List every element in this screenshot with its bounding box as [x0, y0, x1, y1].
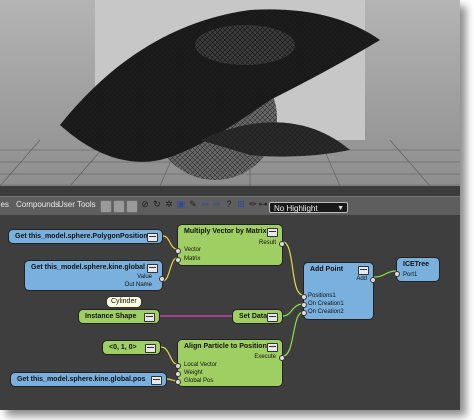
get-kine-global-node[interactable]: Get this_model.sphere.kine.global Value … [24, 260, 165, 291]
node-title: Instance Shape [85, 313, 137, 320]
tooltip-text: Cylinder [111, 298, 137, 305]
port-local-vector: Local Vector [184, 362, 218, 368]
ice-graph-canvas[interactable]: Get this_model.sphere.PolygonPosition Ge… [0, 215, 460, 410]
port-port1: Port1 [403, 272, 418, 278]
port-positions1: Positions1 [308, 293, 336, 299]
port-dot[interactable] [370, 277, 376, 283]
node-collapse-icon[interactable] [147, 233, 158, 242]
port-result: Result [258, 240, 276, 246]
ice-tree-node[interactable]: ICETree Port1 [394, 257, 440, 282]
get-kine-global-pos-node[interactable]: Get this_model.sphere.kine.global.pos [10, 372, 167, 387]
pin-icon[interactable]: ⊶ [257, 198, 269, 210]
frame-icon[interactable]: ▣ [175, 198, 187, 210]
port-dot[interactable] [279, 355, 285, 361]
port-dot[interactable] [175, 379, 181, 385]
ice-tree-window: des Compounds User Tools ⊘ ↻ ✲ ▣ ✎ ⇦ ⇨ ?… [0, 0, 460, 410]
port-dot[interactable] [301, 294, 307, 300]
node-title: Get this_model.sphere.kine.global.pos [17, 376, 146, 383]
viewport-render [0, 0, 460, 186]
instance-shape-node[interactable]: Instance Shape [78, 309, 160, 324]
help-icon[interactable]: ? [223, 198, 235, 210]
port-out-name: Out Name [124, 282, 152, 288]
3d-viewport[interactable] [0, 0, 460, 186]
menu-user-tools[interactable]: User Tools [58, 200, 96, 209]
port-dot[interactable] [394, 271, 400, 277]
node-collapse-icon[interactable] [267, 343, 278, 352]
menu-nodes[interactable]: des [0, 200, 9, 209]
port-dot[interactable] [159, 276, 165, 282]
node-title: Get this_model.sphere.PolygonPosition [15, 233, 148, 240]
gear-icon[interactable]: ✲ [163, 198, 175, 210]
refresh-icon[interactable]: ↻ [151, 198, 163, 210]
port-dot[interactable] [175, 248, 181, 254]
node-title: <0, 1, 0> [109, 344, 137, 351]
tools-icon[interactable]: ✎ [187, 198, 199, 210]
port-add: Add [356, 276, 367, 282]
port-weight: Weight [184, 370, 203, 376]
port-dot[interactable] [301, 310, 307, 316]
port-dot[interactable] [175, 371, 181, 377]
toolbar-button-3[interactable] [126, 200, 138, 213]
node-collapse-icon[interactable] [144, 313, 155, 322]
arrow-left-icon[interactable]: ⇦ [199, 198, 211, 210]
node-title: Set Data [239, 313, 268, 320]
port-dot[interactable] [279, 241, 285, 247]
graph-menubar: des Compounds User Tools ⊘ ↻ ✲ ▣ ✎ ⇦ ⇨ ?… [0, 196, 460, 216]
highlight-value: No Highlight [274, 204, 318, 213]
node-collapse-icon[interactable] [147, 264, 158, 273]
node-title: Get this_model.sphere.kine.global [31, 264, 145, 271]
port-vector: Vector [184, 247, 202, 253]
menu-compounds[interactable]: Compounds [16, 200, 59, 209]
vector-constant-node[interactable]: <0, 1, 0> [102, 340, 161, 355]
node-collapse-icon[interactable] [145, 344, 156, 353]
node-title: Multiply Vector by Matrix [184, 228, 267, 235]
port-matrix: Matrix [184, 256, 201, 262]
add-point-node[interactable]: Add Point Add Positions1 On Creation1 On… [301, 262, 376, 320]
stop-icon[interactable]: ⊘ [139, 198, 151, 210]
port-dot[interactable] [301, 302, 307, 308]
cylinder-tooltip: Cylinder [106, 296, 142, 308]
multiply-vector-by-matrix-node[interactable]: Multiply Vector by Matrix Result Vector … [175, 224, 285, 266]
port-dot[interactable] [175, 257, 181, 263]
toolbar-button-1[interactable] [100, 200, 112, 213]
arrow-right-icon[interactable]: ⇨ [211, 198, 223, 210]
node-collapse-icon[interactable] [151, 376, 162, 385]
port-dot[interactable] [175, 363, 181, 369]
port-on-creation1: On Creation1 [308, 301, 344, 307]
node-title: Align Particle to Position [184, 343, 267, 350]
port-on-creation2: On Creation2 [308, 309, 344, 315]
node-title: Add Point [310, 266, 344, 273]
port-value: Value [137, 274, 152, 280]
port-execute: Execute [254, 354, 276, 360]
toolbar-button-2[interactable] [113, 200, 125, 213]
layout-icon[interactable]: ⊞ [235, 198, 247, 210]
node-collapse-icon[interactable] [358, 266, 369, 275]
node-collapse-icon[interactable] [267, 228, 278, 237]
align-particle-to-position-node[interactable]: Align Particle to Position Execute Local… [175, 339, 285, 387]
node-title: ICETree [403, 261, 430, 268]
node-collapse-icon[interactable] [267, 313, 278, 322]
set-data-node[interactable]: Set Data [232, 309, 283, 324]
port-global-pos: Global Pos [184, 378, 214, 384]
highlight-dropdown[interactable]: No Highlight ▼ [269, 202, 348, 213]
get-polygon-position-node[interactable]: Get this_model.sphere.PolygonPosition [8, 229, 163, 244]
chevron-down-icon: ▼ [337, 205, 344, 212]
